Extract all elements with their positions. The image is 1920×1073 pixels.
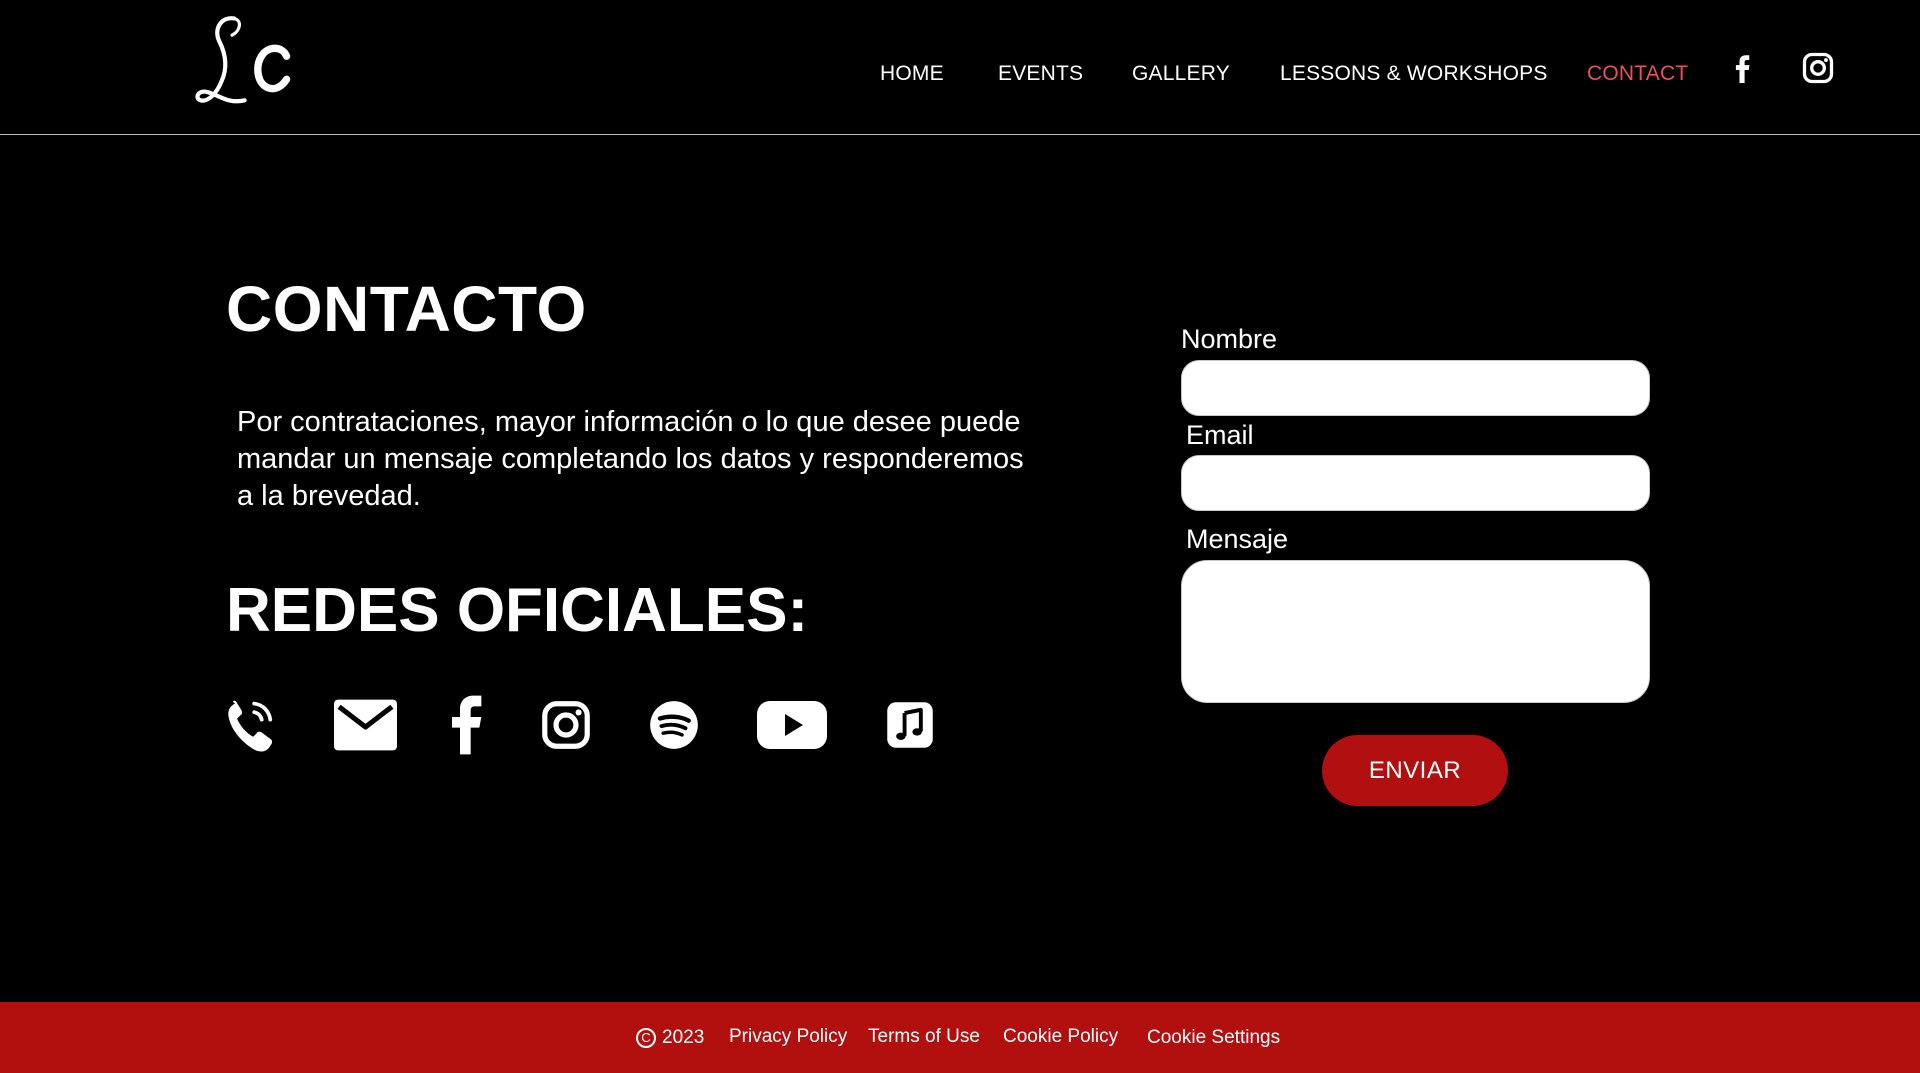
terms-of-use-link[interactable]: Terms of Use xyxy=(868,1026,980,1048)
message-label: Mensaje xyxy=(1186,524,1289,554)
nav-contact[interactable]: CONTACT xyxy=(1587,62,1688,86)
name-label: Nombre xyxy=(1181,324,1278,354)
instagram-icon[interactable] xyxy=(540,695,592,755)
nav-gallery[interactable]: GALLERY xyxy=(1132,62,1230,86)
instagram-icon[interactable] xyxy=(1800,48,1836,88)
email-icon[interactable] xyxy=(333,695,398,755)
name-field[interactable] xyxy=(1181,360,1650,416)
privacy-policy-link[interactable]: Privacy Policy xyxy=(729,1026,847,1048)
site-footer: C 2023 Privacy Policy Terms of Use Cooki… xyxy=(0,1002,1920,1073)
spotify-icon[interactable] xyxy=(648,695,700,755)
copyright-icon: C xyxy=(636,1028,656,1048)
nav-events[interactable]: EVENTS xyxy=(998,62,1083,86)
youtube-icon[interactable] xyxy=(756,695,828,755)
phone-icon[interactable] xyxy=(224,695,278,755)
main-nav: HOME EVENTS GALLERY LESSONS & WORKSHOPS … xyxy=(0,0,1920,135)
email-field[interactable] xyxy=(1181,455,1650,511)
submit-button[interactable]: ENVIAR xyxy=(1322,735,1508,806)
page: HOME EVENTS GALLERY LESSONS & WORKSHOPS … xyxy=(0,0,1920,1073)
page-title: CONTACTO xyxy=(226,273,587,345)
copyright: C 2023 xyxy=(636,1026,704,1050)
cookie-settings-link[interactable]: Cookie Settings xyxy=(1147,1027,1280,1049)
social-title: REDES OFICIALES: xyxy=(226,576,809,645)
email-label: Email xyxy=(1186,420,1254,450)
facebook-icon[interactable] xyxy=(452,695,484,755)
nav-home[interactable]: HOME xyxy=(880,62,944,86)
contact-description: Por contrataciones, mayor información o … xyxy=(237,406,1024,512)
nav-lessons-workshops[interactable]: LESSONS & WORKSHOPS xyxy=(1280,62,1548,86)
copyright-year: 2023 xyxy=(662,1027,705,1048)
cookie-policy-link[interactable]: Cookie Policy xyxy=(1003,1026,1118,1048)
message-field[interactable] xyxy=(1181,560,1650,703)
music-icon[interactable] xyxy=(884,695,936,755)
facebook-icon[interactable] xyxy=(1726,48,1762,88)
site-header: HOME EVENTS GALLERY LESSONS & WORKSHOPS … xyxy=(0,0,1920,135)
